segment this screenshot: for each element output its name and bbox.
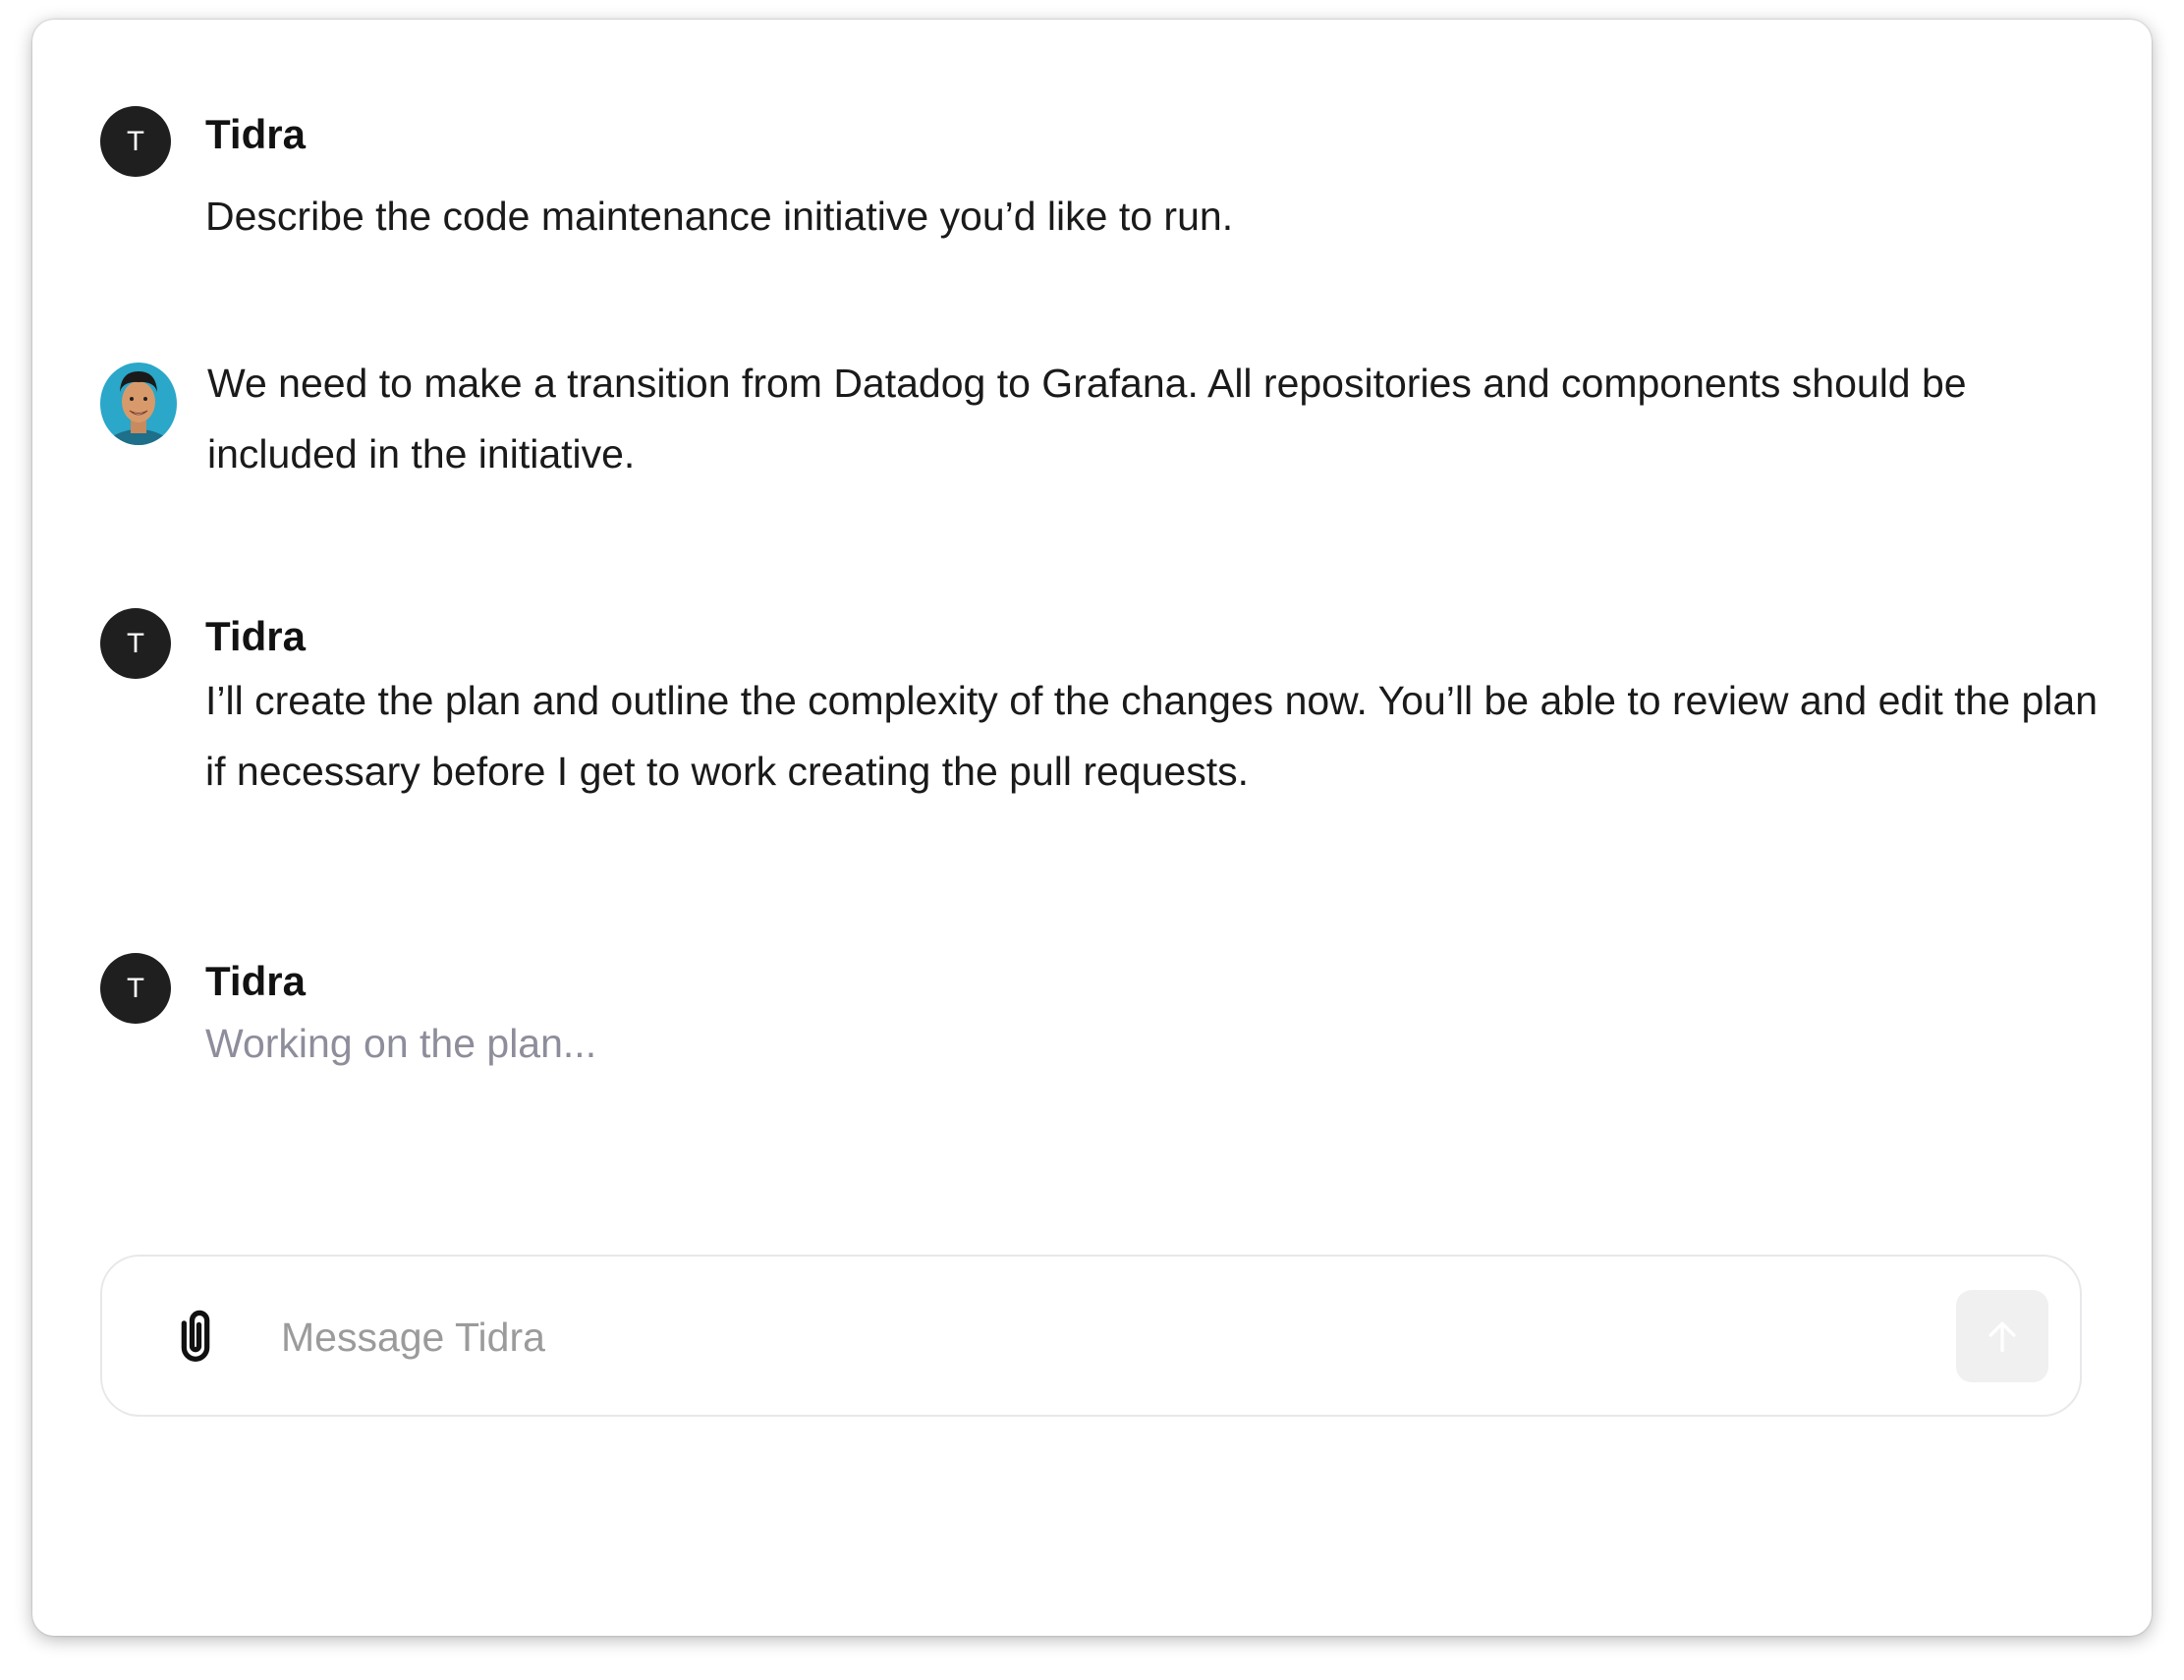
- arrow-up-icon: [1988, 1321, 2016, 1353]
- assistant-avatar: T: [100, 608, 171, 679]
- message-author: Tidra: [205, 958, 306, 1004]
- attach-button[interactable]: [161, 1302, 230, 1371]
- assistant-message: T Tidra I’ll create the plan and outline…: [100, 608, 2104, 824]
- message-text: We need to make a transition from Datado…: [207, 361, 1967, 476]
- status-text: Working on the plan...: [205, 1021, 597, 1066]
- user-message: We need to make a transition from Datado…: [100, 361, 2104, 510]
- assistant-message: T Tidra Describe the code maintenance in…: [100, 63, 2104, 239]
- message-author: Tidra: [205, 613, 306, 659]
- assistant-message: T Tidra Working on the plan...: [100, 953, 2104, 1110]
- assistant-avatar: T: [100, 106, 171, 177]
- message-composer: [100, 1255, 2082, 1417]
- user-photo-icon: [100, 363, 177, 445]
- message-author: Tidra: [205, 111, 306, 157]
- user-avatar: [100, 363, 177, 445]
- message-input[interactable]: [279, 1292, 1413, 1382]
- chat-window: T Tidra Describe the code maintenance in…: [32, 20, 2152, 1636]
- send-button[interactable]: [1956, 1290, 2048, 1382]
- assistant-avatar: T: [100, 953, 171, 1024]
- paperclip-icon: [181, 1310, 210, 1362]
- message-text: I’ll create the plan and outline the com…: [205, 678, 2099, 794]
- message-text: Describe the code maintenance initiative…: [205, 194, 1234, 239]
